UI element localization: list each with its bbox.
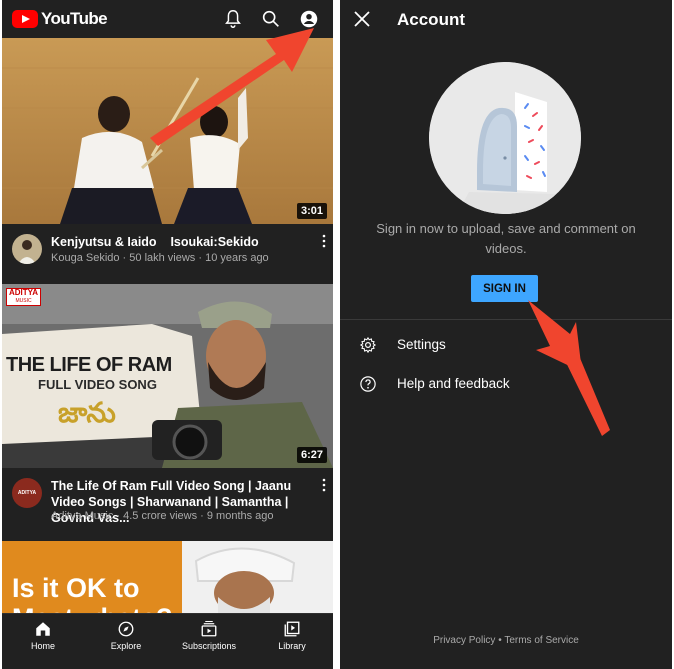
nav-home[interactable]: Home xyxy=(2,620,84,651)
video-duration: 3:01 xyxy=(296,203,327,219)
nav-label: Subscriptions xyxy=(181,641,237,651)
annotation-arrow xyxy=(528,300,610,436)
thumbnail-caption-line1: THE LIFE OF RAM xyxy=(6,354,172,376)
top-app-bar: YouTube xyxy=(2,0,333,38)
nav-explore[interactable]: Explore xyxy=(85,620,167,651)
more-options-icon[interactable] xyxy=(321,478,327,492)
compass-icon xyxy=(118,621,134,637)
privacy-policy-link[interactable]: Privacy Policy xyxy=(433,635,495,646)
channel-avatar[interactable]: ADITYA xyxy=(12,478,42,508)
divider xyxy=(340,319,672,320)
terms-of-service-link[interactable]: Terms of Service xyxy=(504,635,578,646)
nav-label: Library xyxy=(278,641,306,651)
page-title: Account xyxy=(397,10,465,29)
home-icon xyxy=(36,622,50,636)
menu-item-label: Settings xyxy=(397,337,446,352)
video-duration: 6:27 xyxy=(296,447,327,463)
channel-avatar[interactable] xyxy=(12,234,42,264)
subscriptions-icon xyxy=(201,620,217,637)
watermark-subtext: MUSIC xyxy=(15,298,32,304)
account-screen: Account Sign in now to upload, save and … xyxy=(340,0,672,669)
library-icon xyxy=(284,621,300,637)
account-icon[interactable] xyxy=(298,8,320,30)
youtube-logo-text: YouTube xyxy=(41,9,108,28)
video-thumbnail[interactable]: Is it OK to Masturbate? xyxy=(2,541,333,613)
video-title[interactable]: Kenjyutsu & Iaido Isoukai:Sekido xyxy=(51,234,306,250)
video-thumbnail[interactable]: ADITYA MUSIC THE LIFE OF RAM FULL VIDEO … xyxy=(2,284,333,468)
nav-subscriptions[interactable]: Subscriptions xyxy=(168,620,250,651)
menu-item-help[interactable]: Help and feedback xyxy=(340,366,672,402)
thumbnail-telugu-title: జాను xyxy=(58,396,116,429)
channel-avatar-text: ADITYA xyxy=(17,490,37,496)
door-illustration-image xyxy=(429,62,581,214)
help-icon xyxy=(360,376,376,392)
search-icon[interactable] xyxy=(260,8,282,30)
footer-links: Privacy Policy • Terms of Service xyxy=(340,635,672,646)
sign-in-prompt: Sign in now to upload, save and comment … xyxy=(376,221,636,256)
bell-icon[interactable] xyxy=(222,8,244,30)
video-meta: Kouga Sekido · 50 lakh views · 10 years … xyxy=(51,252,269,264)
video-thumbnail[interactable]: 3:01 xyxy=(2,38,333,224)
menu-item-settings[interactable]: Settings xyxy=(340,327,672,363)
youtube-play-logo-icon xyxy=(12,10,38,28)
youtube-home-screen: YouTube 3:01 Kenjyutsu & Iaido Isoukai:S… xyxy=(2,0,333,669)
watermark-text: ADITYA xyxy=(9,288,39,297)
sign-in-illustration xyxy=(429,62,581,214)
gear-icon xyxy=(359,336,377,354)
channel-watermark: ADITYA MUSIC xyxy=(6,288,42,306)
video-info[interactable]: Kenjyutsu & Iaido Isoukai:Sekido Kouga S… xyxy=(2,224,333,284)
close-icon[interactable] xyxy=(353,10,371,28)
channel-avatar-image xyxy=(12,234,42,264)
video-info[interactable]: ADITYA The Life Of Ram Full Video Song |… xyxy=(2,468,333,541)
menu-item-label: Help and feedback xyxy=(397,376,510,391)
footer-separator: • xyxy=(495,635,505,646)
nav-label: Explore xyxy=(110,641,142,651)
sign-in-button[interactable]: SIGN IN xyxy=(471,275,538,302)
kendo-scene-image xyxy=(2,38,333,224)
youtube-logo[interactable]: YouTube xyxy=(12,9,108,29)
more-options-icon[interactable] xyxy=(321,234,327,248)
nav-library[interactable]: Library xyxy=(251,620,333,651)
thumbnail-caption-line2: Masturbate? xyxy=(12,603,173,613)
thumbnail-caption-line2: FULL VIDEO SONG xyxy=(38,377,157,392)
video-meta: Aditya Music · 4.5 crore views · 9 month… xyxy=(51,510,274,522)
thumbnail-caption-line1: Is it OK to xyxy=(12,573,140,603)
nav-label: Home xyxy=(30,641,55,651)
bottom-navigation: Home Explore Subscriptions Library xyxy=(2,613,333,669)
